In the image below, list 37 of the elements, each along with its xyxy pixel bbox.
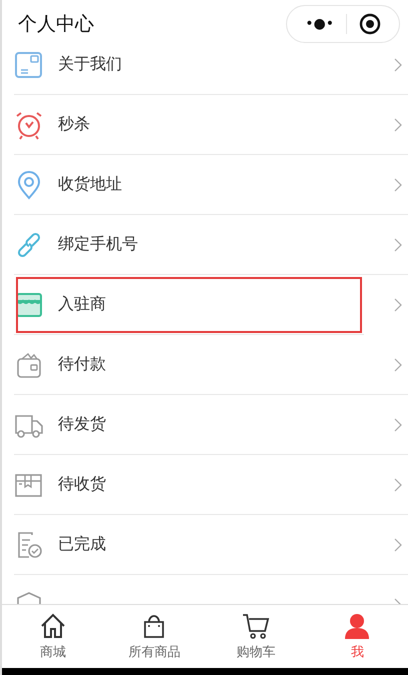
menu-label: 已完成 — [58, 534, 107, 555]
menu-item[interactable]: 收货地址 — [14, 155, 408, 215]
chevron-right-icon — [394, 238, 402, 252]
menu-label: 关于我们 — [58, 54, 123, 75]
menu-item[interactable]: 待付款 — [14, 335, 408, 395]
tab-bar-item[interactable]: 商城 — [2, 605, 104, 668]
menu-label: 待付款 — [58, 354, 107, 375]
card-icon — [14, 50, 44, 80]
menu-item[interactable]: 待发货 — [14, 395, 408, 455]
chevron-right-icon — [394, 58, 402, 72]
menu-label: 待发货 — [58, 414, 107, 435]
menu-label: 秒杀 — [58, 114, 91, 135]
chevron-right-icon — [394, 418, 402, 432]
menu-label: 收货地址 — [58, 174, 123, 195]
tab-bar-item[interactable]: 所有商品 — [104, 605, 205, 668]
page-title: 个人中心 — [18, 12, 94, 37]
menu-label: 待收货 — [58, 474, 107, 495]
menu-item[interactable]: 秒杀 — [14, 95, 408, 155]
home-icon — [38, 612, 67, 640]
chevron-right-icon — [394, 538, 402, 552]
menu-label: 入驻商 — [58, 294, 107, 315]
menu-item[interactable]: 绑定手机号 — [14, 215, 408, 275]
chevron-right-icon — [394, 358, 402, 372]
menu-label: 绑定手机号 — [58, 234, 139, 255]
alarm-clock-icon — [14, 110, 44, 140]
menu-item[interactable]: 已完成 — [14, 515, 408, 575]
menu-item[interactable]: 入驻商 — [14, 275, 364, 335]
tab-bar-item[interactable]: 购物车 — [205, 605, 306, 668]
tab-bar-item[interactable]: 我 — [306, 605, 408, 668]
menu-item[interactable]: 待收货 — [14, 455, 408, 515]
target-icon — [359, 13, 381, 35]
person-icon — [343, 612, 372, 640]
cart-icon — [242, 612, 270, 640]
chevron-right-icon — [394, 298, 402, 312]
chevron-right-icon — [394, 478, 402, 492]
chevron-right-icon — [394, 118, 402, 132]
chevron-right-icon — [394, 178, 402, 192]
